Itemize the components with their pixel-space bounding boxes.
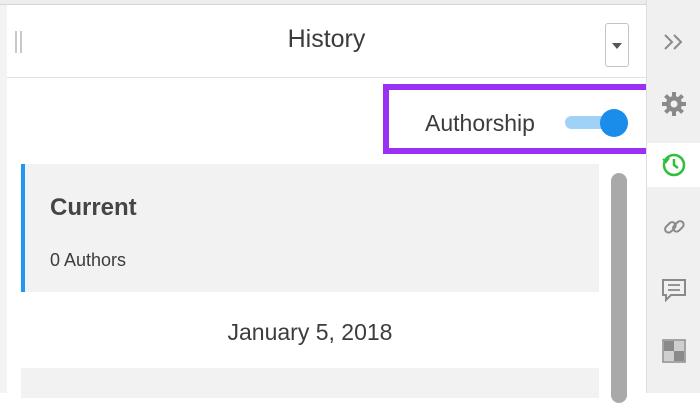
settings-button[interactable] [647,82,700,126]
history-entry[interactable] [21,368,599,398]
authorship-label: Authorship [425,110,535,136]
panel-menu-dropdown[interactable] [605,23,629,67]
gear-icon [662,92,686,116]
right-tool-rail [646,0,700,393]
entry-title: Current [50,194,137,221]
panel-header: History [7,5,646,78]
history-clock-icon [662,153,686,177]
authorship-highlight: Authorship [383,84,653,154]
links-button[interactable] [647,205,700,249]
scrollbar[interactable] [611,165,627,403]
checker-grid-icon [662,339,686,363]
panel-title: History [287,25,366,53]
scrollbar-thumb[interactable] [611,173,627,403]
history-button[interactable] [647,143,700,187]
authorship-toggle[interactable] [565,109,629,137]
comments-button[interactable] [647,268,700,312]
toggle-knob[interactable] [600,109,628,137]
double-chevron-right-icon [664,34,683,50]
link-icon [664,220,685,234]
caret-down-icon [612,43,622,49]
collapse-panel-button[interactable] [647,20,700,64]
history-panel: History Current 0 Authors January 5, 201… [7,5,646,403]
comment-icon [662,279,686,303]
apps-button[interactable] [647,329,700,373]
entry-authors-count: 0 Authors [50,250,127,270]
history-entry-current[interactable]: Current 0 Authors [21,164,599,292]
date-group-heading: January 5, 2018 [227,319,393,345]
